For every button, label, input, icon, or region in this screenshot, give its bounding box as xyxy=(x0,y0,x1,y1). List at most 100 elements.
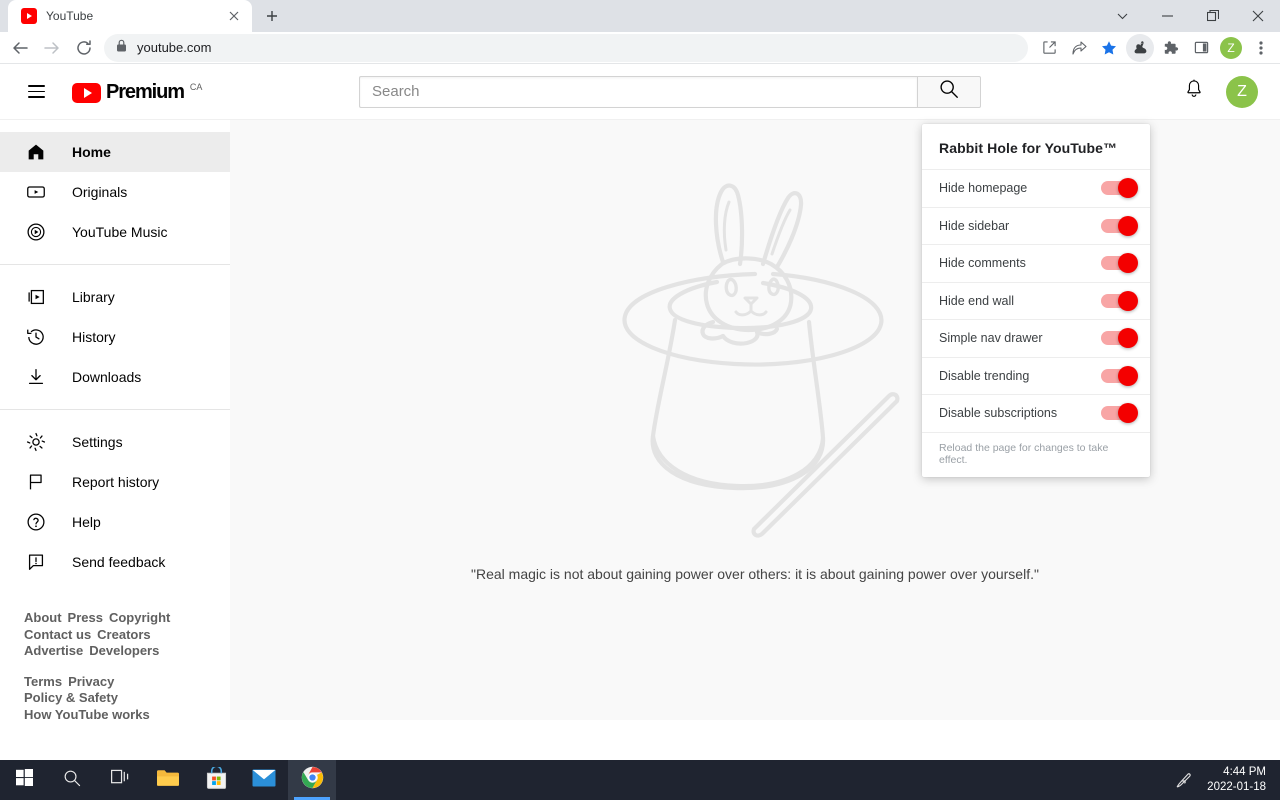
taskbar-search-button[interactable] xyxy=(48,760,96,800)
mail-button[interactable] xyxy=(240,760,288,800)
minimize-button[interactable] xyxy=(1145,0,1190,32)
account-avatar[interactable]: Z xyxy=(1226,75,1258,108)
task-view-button[interactable] xyxy=(96,760,144,800)
option-row-hide-comments[interactable]: Hide comments xyxy=(922,244,1150,282)
sidebar-item-settings[interactable]: Settings xyxy=(0,422,230,462)
toggle-hide-comments[interactable] xyxy=(1101,253,1138,274)
search-input[interactable]: Search xyxy=(359,75,917,108)
maximize-restore-button[interactable] xyxy=(1190,0,1235,32)
file-explorer-button[interactable] xyxy=(144,760,192,800)
sidebar-item-help[interactable]: Help xyxy=(0,502,230,542)
nav-group-primary: Home Originals YouTube Music xyxy=(0,120,230,264)
toggle-disable-subscriptions[interactable] xyxy=(1101,403,1138,424)
option-label: Hide sidebar xyxy=(939,218,1010,233)
library-icon xyxy=(24,285,48,309)
forward-arrow-icon[interactable] xyxy=(36,32,68,64)
profile-avatar[interactable]: Z xyxy=(1216,34,1246,62)
sidebar-label: Help xyxy=(72,514,101,530)
youtube-icon xyxy=(21,8,37,24)
three-dot-menu-icon[interactable] xyxy=(1246,34,1276,62)
sidebar-label: History xyxy=(72,329,116,345)
chrome-button[interactable] xyxy=(288,760,336,800)
option-row-disable-trending[interactable]: Disable trending xyxy=(922,356,1150,395)
mail-icon xyxy=(252,769,276,792)
new-tab-button[interactable] xyxy=(258,2,286,30)
footer-link[interactable]: Privacy xyxy=(68,674,114,691)
footer-link[interactable]: Terms xyxy=(24,674,62,691)
toggle-hide-sidebar[interactable] xyxy=(1101,215,1138,236)
toggle-hide-end-wall[interactable] xyxy=(1101,290,1138,311)
footer-links-primary: About Press Copyright Contact us Creators Adv… xyxy=(24,610,206,660)
windows-logo-icon xyxy=(15,769,33,791)
footer-link[interactable]: About xyxy=(24,610,62,627)
tab-search-chevron-down-icon[interactable] xyxy=(1100,0,1145,32)
toggle-simple-nav-drawer[interactable] xyxy=(1101,328,1138,349)
toggle-hide-homepage[interactable] xyxy=(1101,178,1138,199)
url-text: youtube.com xyxy=(137,40,212,55)
back-arrow-icon[interactable] xyxy=(4,32,36,64)
store-icon xyxy=(206,765,227,794)
toggle-disable-trending[interactable] xyxy=(1101,365,1138,386)
footer-link[interactable]: Contact us xyxy=(24,627,91,644)
footer-link[interactable]: How YouTube works xyxy=(24,707,150,721)
address-bar[interactable]: youtube.com xyxy=(104,33,1028,62)
youtube-sidebar: Home Originals YouTube Music Library His… xyxy=(0,120,230,720)
option-row-simple-nav-drawer[interactable]: Simple nav drawer xyxy=(922,319,1150,357)
window-controls xyxy=(1100,0,1280,32)
lock-icon xyxy=(116,39,127,57)
sidebar-label: Send feedback xyxy=(72,554,166,570)
feedback-icon xyxy=(24,550,48,574)
pen-icon[interactable] xyxy=(1174,771,1193,790)
download-icon xyxy=(24,365,48,389)
sidebar-item-report-history[interactable]: Report history xyxy=(0,462,230,502)
sidebar-item-youtube-music[interactable]: YouTube Music xyxy=(0,212,230,252)
search-icon xyxy=(63,769,81,792)
side-panel-icon[interactable] xyxy=(1186,34,1216,62)
footer-link[interactable]: Policy & Safety xyxy=(24,690,118,707)
system-tray: 4:44 PM 2022-01-18 xyxy=(1174,765,1280,795)
logo-text: Premium xyxy=(106,80,185,103)
masthead-right: Z xyxy=(1110,72,1280,112)
footer-link[interactable]: Copyright xyxy=(109,610,170,627)
toolbar-icons: Z xyxy=(1034,33,1276,62)
footer-link[interactable]: Press xyxy=(68,610,103,627)
notifications-button[interactable] xyxy=(1174,72,1214,112)
sidebar-item-home[interactable]: Home xyxy=(0,132,230,172)
open-in-new-icon[interactable] xyxy=(1034,34,1064,62)
share-icon[interactable] xyxy=(1064,34,1094,62)
sidebar-item-library[interactable]: Library xyxy=(0,277,230,317)
browser-tab[interactable]: YouTube xyxy=(8,0,252,32)
sidebar-item-send-feedback[interactable]: Send feedback xyxy=(0,542,230,582)
bookmark-star-icon[interactable] xyxy=(1094,34,1124,62)
sidebar-item-history[interactable]: History xyxy=(0,317,230,357)
task-view-icon xyxy=(110,769,130,791)
youtube-masthead: Premium CA Search Z xyxy=(0,64,1280,120)
extensions-puzzle-icon[interactable] xyxy=(1156,34,1186,62)
option-row-hide-end-wall[interactable]: Hide end wall xyxy=(922,281,1150,320)
footer-link[interactable]: Creators xyxy=(97,627,150,644)
browser-window: YouTube youtube.com Z Premium CA Search … xyxy=(0,0,1280,760)
hamburger-menu-icon[interactable] xyxy=(16,72,56,112)
microsoft-store-button[interactable] xyxy=(192,760,240,800)
footer-link[interactable]: Advertise xyxy=(24,643,83,660)
sidebar-item-downloads[interactable]: Downloads xyxy=(0,357,230,397)
footer-link[interactable]: Developers xyxy=(89,643,159,660)
sidebar-label: Report history xyxy=(72,474,160,490)
option-row-hide-homepage[interactable]: Hide homepage xyxy=(922,169,1150,207)
home-icon xyxy=(24,140,48,164)
start-button[interactable] xyxy=(0,760,48,800)
sidebar-item-originals[interactable]: Originals xyxy=(0,172,230,212)
reload-icon[interactable] xyxy=(68,32,100,64)
search-button[interactable] xyxy=(917,75,981,108)
option-row-hide-sidebar[interactable]: Hide sidebar xyxy=(922,206,1150,245)
taskbar-clock[interactable]: 4:44 PM 2022-01-18 xyxy=(1207,765,1266,795)
help-circle-icon xyxy=(24,510,48,534)
option-row-disable-subscriptions[interactable]: Disable subscriptions xyxy=(922,394,1150,432)
rabbit-extension-icon[interactable] xyxy=(1126,33,1154,62)
browser-toolbar: youtube.com Z xyxy=(0,32,1280,64)
close-icon[interactable] xyxy=(226,8,242,24)
search-area: Search xyxy=(230,75,1110,108)
youtube-premium-logo[interactable]: Premium CA xyxy=(72,81,202,103)
clock-date: 2022-01-18 xyxy=(1207,781,1266,793)
close-window-button[interactable] xyxy=(1235,0,1280,32)
